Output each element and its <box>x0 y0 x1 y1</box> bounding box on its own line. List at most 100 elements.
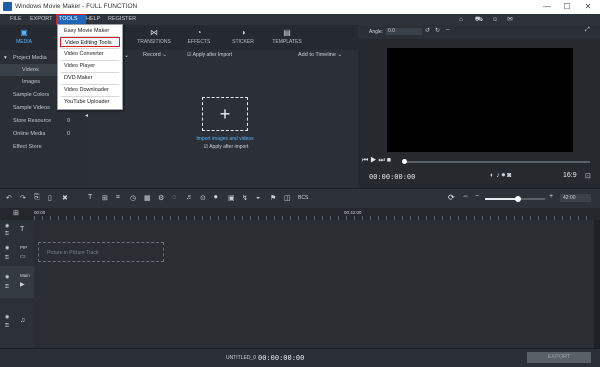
flip-icon[interactable]: ⇔ <box>445 27 451 33</box>
camera-icon[interactable]: ◙ <box>507 172 511 179</box>
undo-icon[interactable]: ↶ <box>6 194 12 202</box>
add-track-icon[interactable]: ⊞ <box>13 209 19 217</box>
music-track[interactable] <box>34 310 594 335</box>
stop-icon[interactable]: ■ <box>387 157 391 164</box>
menu-help[interactable]: HELP <box>84 15 102 24</box>
text-track[interactable] <box>34 220 594 241</box>
menu-item-video-player[interactable]: Video Player <box>60 61 120 71</box>
tab-effects[interactable]: ◔ EFFECTS <box>177 28 221 48</box>
export-button[interactable]: EXPORT <box>527 352 591 363</box>
play-icon[interactable]: ▶ <box>370 157 376 164</box>
marker-icon[interactable]: ⚑ <box>270 194 276 202</box>
fullscreen-icon[interactable]: ⤢ <box>585 27 590 34</box>
volume-icon[interactable]: ♪ <box>496 172 500 179</box>
zoom-select[interactable]: 42:00 <box>560 194 591 202</box>
preview-tools: ◐ ♪ ⏺ ◙ <box>490 172 511 180</box>
eye-icon[interactable]: ◉ <box>5 245 9 251</box>
lock-icon[interactable]: ⚿ <box>5 284 9 290</box>
store-icon[interactable]: ⌂ <box>456 15 466 24</box>
fit-icon[interactable]: ⇔ <box>462 193 469 200</box>
preview-screen[interactable] <box>387 48 573 152</box>
lock-icon[interactable]: ⚿ <box>5 255 9 261</box>
next-frame-icon[interactable]: ⏭ <box>378 157 384 164</box>
tab-sticker[interactable]: ◑ STICKER <box>221 28 265 48</box>
import-media-link[interactable]: Import images and videos <box>190 136 260 142</box>
apply-after-import-toggle[interactable]: ☑ Apply after Import <box>187 52 232 58</box>
zoom-slider-handle[interactable] <box>515 196 521 202</box>
timeline-scrollbar[interactable] <box>594 220 600 348</box>
eye-icon[interactable]: ◉ <box>5 223 9 229</box>
split-icon[interactable]: ⊞ <box>102 194 108 202</box>
angle-input[interactable]: 0.0 <box>386 28 422 35</box>
zoom-in-icon[interactable]: + <box>549 193 553 200</box>
transitions-icon: ⋈ <box>150 28 158 37</box>
rotate-left-icon[interactable]: ↺ <box>425 27 430 34</box>
redo-icon[interactable]: ↷ <box>20 194 26 202</box>
paste-icon[interactable]: ▯ <box>48 194 52 202</box>
text-icon[interactable]: T <box>88 194 92 201</box>
pip-track-label: PIP <box>20 245 28 250</box>
import-apply-toggle[interactable]: ☑ Apply after import <box>194 144 258 150</box>
aspect-ratio[interactable]: 16:9 <box>563 172 577 179</box>
rotate-right-icon[interactable]: ↻ <box>435 27 440 34</box>
collapse-sidebar-icon[interactable]: ◂ <box>85 112 88 119</box>
detach-audio-icon[interactable]: ♬ <box>186 194 193 201</box>
main-video-track[interactable] <box>34 266 594 299</box>
menu-item-youtube-uploader[interactable]: YouTube Uploader <box>60 97 120 107</box>
green-screen-icon[interactable]: ▣ <box>228 194 235 202</box>
pip-track-placeholder[interactable]: Picture in Picture Track <box>38 242 164 262</box>
cart-icon[interactable]: ⛟ <box>474 15 484 24</box>
palette-icon[interactable]: ◐ <box>490 172 494 179</box>
restore-button[interactable]: ☐ <box>557 0 577 14</box>
tab-media[interactable]: ▣ MEDIA <box>2 28 46 48</box>
menu-file[interactable]: FILE <box>8 15 24 24</box>
menu-item-video-editing-tools[interactable]: Video Editing Tools <box>60 37 120 47</box>
tab-transitions[interactable]: ⋈ TRANSITIONS <box>132 28 176 48</box>
lock-icon[interactable]: ⚿ <box>5 323 9 329</box>
tab-templates[interactable]: ▤ TEMPLATES <box>265 28 309 48</box>
crop-icon[interactable]: ⌗ <box>116 194 120 202</box>
import-media-button[interactable]: + <box>202 97 248 131</box>
adjust-icon[interactable]: ⚙ <box>158 194 164 202</box>
menu-item-video-downloader[interactable]: Video Downloader <box>60 85 120 95</box>
refresh-icon[interactable]: ⟳ <box>448 193 455 202</box>
minimize-button[interactable]: — <box>537 0 557 14</box>
copy-icon[interactable]: ⎘ <box>34 194 40 202</box>
close-button[interactable]: ✕ <box>578 0 598 14</box>
menu-register[interactable]: REGISTER <box>106 15 138 24</box>
menu-export[interactable]: EXPORT <box>28 15 55 24</box>
lock-icon[interactable]: ⚿ <box>5 231 9 237</box>
motion-icon[interactable]: ↯ <box>242 194 248 202</box>
add-to-timeline-button[interactable]: Add to Timeline ⌄ <box>298 52 342 58</box>
microphone-icon[interactable]: ⏺ <box>502 172 506 179</box>
record-dropdown[interactable]: Record ⌄ <box>143 52 167 58</box>
prev-frame-icon[interactable]: ⏮ <box>362 157 368 164</box>
bpm-label[interactable]: BCS <box>298 195 308 201</box>
menu-item-video-converter[interactable]: Video Converter <box>60 49 120 59</box>
mask-icon[interactable]: ◒ <box>256 194 260 201</box>
dropdown-chevron-icon[interactable]: ⌄ <box>124 52 129 59</box>
menu-item-dvd-maker[interactable]: DVD Maker <box>60 73 120 83</box>
sidebar-item-store-resource[interactable]: Store Resource 0 <box>0 115 88 127</box>
record-voice-icon[interactable]: ⏺ <box>214 194 218 202</box>
zoom-tool-icon[interactable]: ⊙ <box>200 194 206 202</box>
zoom-out-icon[interactable]: − <box>475 193 479 200</box>
extra-track[interactable] <box>34 334 594 349</box>
zoom-slider[interactable] <box>485 196 545 202</box>
pip-track[interactable]: Picture in Picture Track <box>34 240 594 267</box>
scrubber-handle[interactable] <box>402 159 407 164</box>
playback-scrubber[interactable] <box>402 159 590 164</box>
user-icon[interactable]: ☺ <box>490 15 500 24</box>
snapshot-icon[interactable]: ⊡ <box>585 172 591 180</box>
speed-icon[interactable]: ◷ <box>130 194 136 202</box>
sidebar-item-online-media[interactable]: Online Media 0 <box>0 128 88 140</box>
sidebar-item-effect-store[interactable]: Effect Store <box>0 141 88 153</box>
mosaic-icon[interactable]: ▦ <box>144 194 151 202</box>
menu-item-easy-movie-maker[interactable]: Easy Movie Maker <box>60 26 120 36</box>
freeze-icon[interactable]: ◌ <box>172 194 176 201</box>
delete-icon[interactable]: ✖ <box>62 194 68 202</box>
eye-icon[interactable]: ◉ <box>5 274 9 280</box>
eye-icon[interactable]: ◉ <box>5 314 9 320</box>
mute-icon[interactable]: ◫ <box>284 194 291 202</box>
message-icon[interactable]: ✉ <box>505 15 515 24</box>
